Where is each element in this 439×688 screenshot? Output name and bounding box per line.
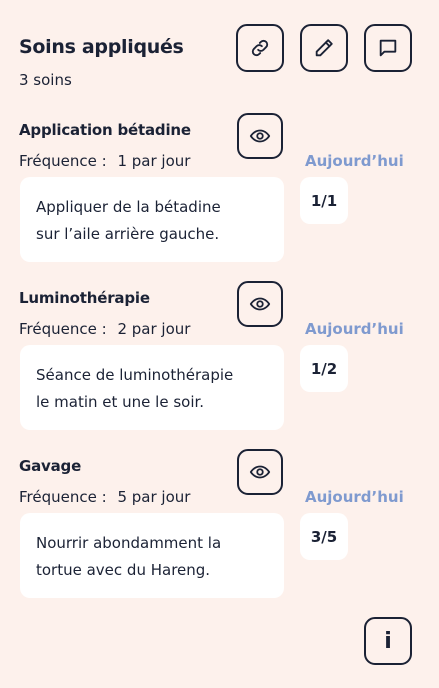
care-item: Application bétadine Fréquence : 1 par j… (0, 113, 439, 289)
care-note: Appliquer de la bétadine sur l’aile arri… (20, 177, 284, 262)
comment-button[interactable] (364, 24, 412, 72)
pencil-icon (315, 39, 333, 57)
care-name: Application bétadine (19, 121, 191, 139)
care-item: Luminothérapie Fréquence : 2 par jour Au… (0, 281, 439, 457)
care-note: Nourrir abondamment la tortue avec du Ha… (20, 513, 284, 598)
info-button[interactable]: i (364, 617, 412, 665)
frequency-label: Fréquence : (19, 488, 107, 506)
care-card: Soins appliqués 3 soins Application béta… (0, 0, 439, 688)
today-count-badge: 3/5 (300, 513, 348, 560)
care-note: Séance de luminothérapie le matin et une… (20, 345, 284, 430)
comment-icon (379, 39, 397, 57)
card-title: Soins appliqués (19, 36, 184, 58)
frequency-label: Fréquence : (19, 152, 107, 170)
care-count: 3 soins (19, 71, 72, 89)
care-name: Gavage (19, 457, 82, 475)
today-label: Aujourd’hui (305, 152, 404, 170)
edit-button[interactable] (300, 24, 348, 72)
view-care-button[interactable] (237, 281, 283, 327)
care-note-line: Appliquer de la bétadine (36, 198, 221, 216)
care-note-line: Séance de luminothérapie (36, 366, 234, 384)
link-icon (251, 39, 269, 57)
today-count-badge: 1/2 (300, 345, 348, 392)
view-care-button[interactable] (237, 449, 283, 495)
today-label: Aujourd’hui (305, 320, 404, 338)
eye-icon (249, 465, 271, 479)
care-name: Luminothérapie (19, 289, 150, 307)
eye-icon (249, 129, 271, 143)
view-care-button[interactable] (237, 113, 283, 159)
care-note-line: le matin et une le soir. (36, 393, 205, 411)
care-note-line: sur l’aile arrière gauche. (36, 225, 220, 243)
care-frequency: Fréquence : 1 par jour (19, 152, 190, 170)
frequency-label: Fréquence : (19, 320, 107, 338)
care-frequency: Fréquence : 5 par jour (19, 488, 190, 506)
care-item: Gavage Fréquence : 5 par jour Aujourd’hu… (0, 449, 439, 625)
care-frequency: Fréquence : 2 par jour (19, 320, 190, 338)
frequency-value: 5 par jour (117, 488, 191, 506)
care-note-line: tortue avec du Hareng. (36, 561, 211, 579)
frequency-value: 2 par jour (117, 320, 191, 338)
care-note-line: Nourrir abondamment la (36, 534, 222, 552)
link-button[interactable] (236, 24, 284, 72)
today-label: Aujourd’hui (305, 488, 404, 506)
frequency-value: 1 par jour (117, 152, 191, 170)
eye-icon (249, 297, 271, 311)
info-icon: i (384, 628, 392, 654)
today-count-badge: 1/1 (300, 177, 348, 224)
